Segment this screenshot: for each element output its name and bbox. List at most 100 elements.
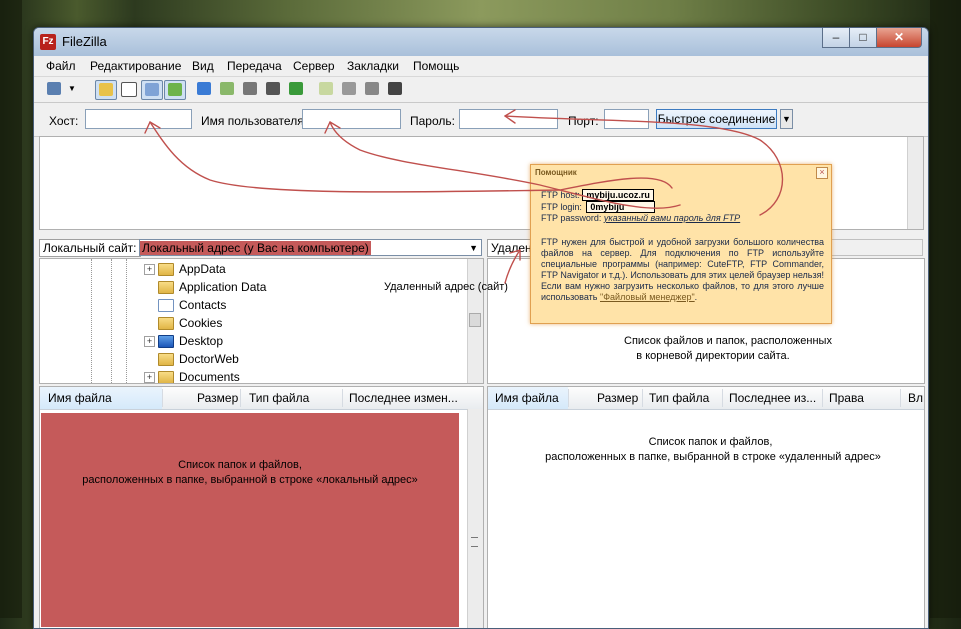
col-size[interactable]: Размер xyxy=(197,391,238,405)
local-tree-toggle-icon[interactable] xyxy=(118,80,138,98)
tree-item[interactable]: Cookies xyxy=(40,314,483,332)
refresh-icon[interactable] xyxy=(194,80,214,98)
column-divider[interactable] xyxy=(342,389,343,407)
site-manager-icon[interactable] xyxy=(44,80,64,98)
menu-file[interactable]: Файл xyxy=(46,59,76,73)
cancel-operation-icon[interactable] xyxy=(240,80,260,98)
column-divider[interactable] xyxy=(822,389,823,407)
annotation-line: Список папок и файлов, xyxy=(648,436,773,448)
quickconnect-button[interactable]: Быстрое соединение xyxy=(656,109,777,129)
chevron-down-icon[interactable]: ▼ xyxy=(68,80,80,98)
scrollbar-thumb[interactable] xyxy=(469,313,481,327)
col-filename[interactable]: Имя файла xyxy=(495,391,559,405)
menu-transfer[interactable]: Передача xyxy=(227,59,282,73)
port-input[interactable] xyxy=(604,109,649,129)
tree-item[interactable]: DoctorWeb xyxy=(40,350,483,368)
expand-icon[interactable]: + xyxy=(144,264,155,275)
contacts-folder-icon xyxy=(158,299,174,312)
col-permissions[interactable]: Права xyxy=(829,391,864,405)
quickconnect-history-dropdown[interactable]: ▼ xyxy=(780,109,793,129)
column-divider[interactable] xyxy=(162,389,163,407)
expand-icon[interactable]: + xyxy=(144,372,155,383)
col-filetype[interactable]: Тип файла xyxy=(649,391,709,405)
menu-server[interactable]: Сервер xyxy=(293,59,335,73)
col-modified[interactable]: Последнее измен... xyxy=(349,391,458,405)
local-list-header: Имя файла Размер Тип файла Последнее изм… xyxy=(40,387,483,410)
local-file-list: Имя файла Размер Тип файла Последнее изм… xyxy=(39,386,484,628)
transfer-queue-toggle-icon[interactable] xyxy=(164,80,186,100)
toolbar: ▼ xyxy=(34,77,928,103)
tree-item-label: Desktop xyxy=(179,334,224,348)
annotation-line: расположенных в папке, выбранной в строк… xyxy=(545,451,881,463)
local-path-combo[interactable]: Локальный адрес (у Вас на компьютере) ▼ xyxy=(139,239,482,256)
tree-item[interactable]: + Desktop xyxy=(40,332,483,350)
window-title: FileZilla xyxy=(62,34,107,49)
col-owner[interactable]: Вл xyxy=(908,391,923,405)
menu-view[interactable]: Вид xyxy=(192,59,214,73)
folder-icon xyxy=(158,371,174,383)
column-divider[interactable] xyxy=(642,389,643,407)
folder-icon xyxy=(158,281,174,294)
filezilla-window: Fz FileZilla ‒ □ ✕ Файл Редактирование В… xyxy=(33,27,929,629)
process-queue-icon[interactable] xyxy=(217,80,237,98)
expand-icon[interactable]: + xyxy=(144,336,155,347)
background-tree xyxy=(930,0,961,618)
password-label: Пароль: xyxy=(410,114,455,128)
close-button[interactable]: ✕ xyxy=(876,28,922,48)
remote-tree-toggle-icon[interactable] xyxy=(141,80,163,100)
search-files-icon[interactable] xyxy=(385,80,405,98)
helper-title: Помощник xyxy=(535,168,577,177)
column-divider[interactable] xyxy=(900,389,901,407)
reconnect-icon[interactable] xyxy=(286,80,306,98)
tree-item-label: Application Data xyxy=(179,280,267,294)
password-input[interactable] xyxy=(459,109,558,129)
scroll-grip-icon[interactable] xyxy=(471,537,478,547)
compare-directories-icon[interactable] xyxy=(339,80,359,98)
close-icon[interactable]: × xyxy=(816,167,828,179)
col-modified[interactable]: Последнее из... xyxy=(729,391,816,405)
menu-edit[interactable]: Редактирование xyxy=(90,59,181,73)
tree-item[interactable]: + Documents xyxy=(40,368,483,383)
quickconnect-bar: Хост: Имя пользователя Пароль: Порт: Быс… xyxy=(34,103,928,137)
chevron-down-icon[interactable]: ▼ xyxy=(469,240,478,256)
message-log-toggle-icon[interactable] xyxy=(95,80,117,100)
local-file-list-highlight xyxy=(41,413,459,627)
column-divider[interactable] xyxy=(240,389,241,407)
minimize-button[interactable]: ‒ xyxy=(822,28,850,48)
local-site-label: Локальный сайт: xyxy=(39,239,141,257)
menu-help[interactable]: Помощь xyxy=(413,59,459,73)
annotation-line: расположенных в папке, выбранной в строк… xyxy=(82,474,418,486)
col-size[interactable]: Размер xyxy=(597,391,638,405)
desktop-icon xyxy=(158,335,174,348)
username-input[interactable] xyxy=(302,109,401,129)
maximize-button[interactable]: □ xyxy=(849,28,877,48)
tree-item[interactable]: + AppData xyxy=(40,260,483,278)
background-tree xyxy=(0,0,22,618)
directory-listing-filter-icon[interactable] xyxy=(316,80,336,98)
menu-bookmarks[interactable]: Закладки xyxy=(347,59,399,73)
host-input[interactable] xyxy=(85,109,192,129)
annotation-line: в корневой директории сайта. xyxy=(636,350,790,362)
disconnect-icon[interactable] xyxy=(263,80,283,98)
annotation-remote-list: Список папок и файлов, расположенных в п… xyxy=(538,435,888,465)
remote-file-list: Имя файла Размер Тип файла Последнее из.… xyxy=(487,386,925,628)
annotation-line: Список папок и файлов, xyxy=(178,459,302,471)
col-filename[interactable]: Имя файла xyxy=(48,391,112,405)
file-manager-link[interactable]: "Файловый менеджер" xyxy=(600,292,695,302)
local-path-value: Локальный адрес (у Вас на компьютере) xyxy=(140,241,371,255)
tree-item[interactable]: Contacts xyxy=(40,296,483,314)
tree-item-label: AppData xyxy=(179,262,226,276)
col-filetype[interactable]: Тип файла xyxy=(249,391,309,405)
local-list-scrollbar[interactable] xyxy=(467,409,483,628)
local-tree-scrollbar[interactable] xyxy=(467,259,483,383)
helper-host-value: mybiju.ucoz.ru xyxy=(582,189,654,201)
sync-browsing-icon[interactable] xyxy=(362,80,382,98)
remote-list-header: Имя файла Размер Тип файла Последнее из.… xyxy=(488,387,924,410)
column-divider[interactable] xyxy=(568,389,569,407)
message-log-scrollbar[interactable] xyxy=(907,137,923,229)
remote-path-combo[interactable] xyxy=(817,239,923,256)
tree-item-label: Cookies xyxy=(179,316,223,330)
title-bar[interactable]: Fz FileZilla ‒ □ ✕ xyxy=(34,28,928,56)
column-divider[interactable] xyxy=(722,389,723,407)
filezilla-app-icon: Fz xyxy=(40,34,56,50)
